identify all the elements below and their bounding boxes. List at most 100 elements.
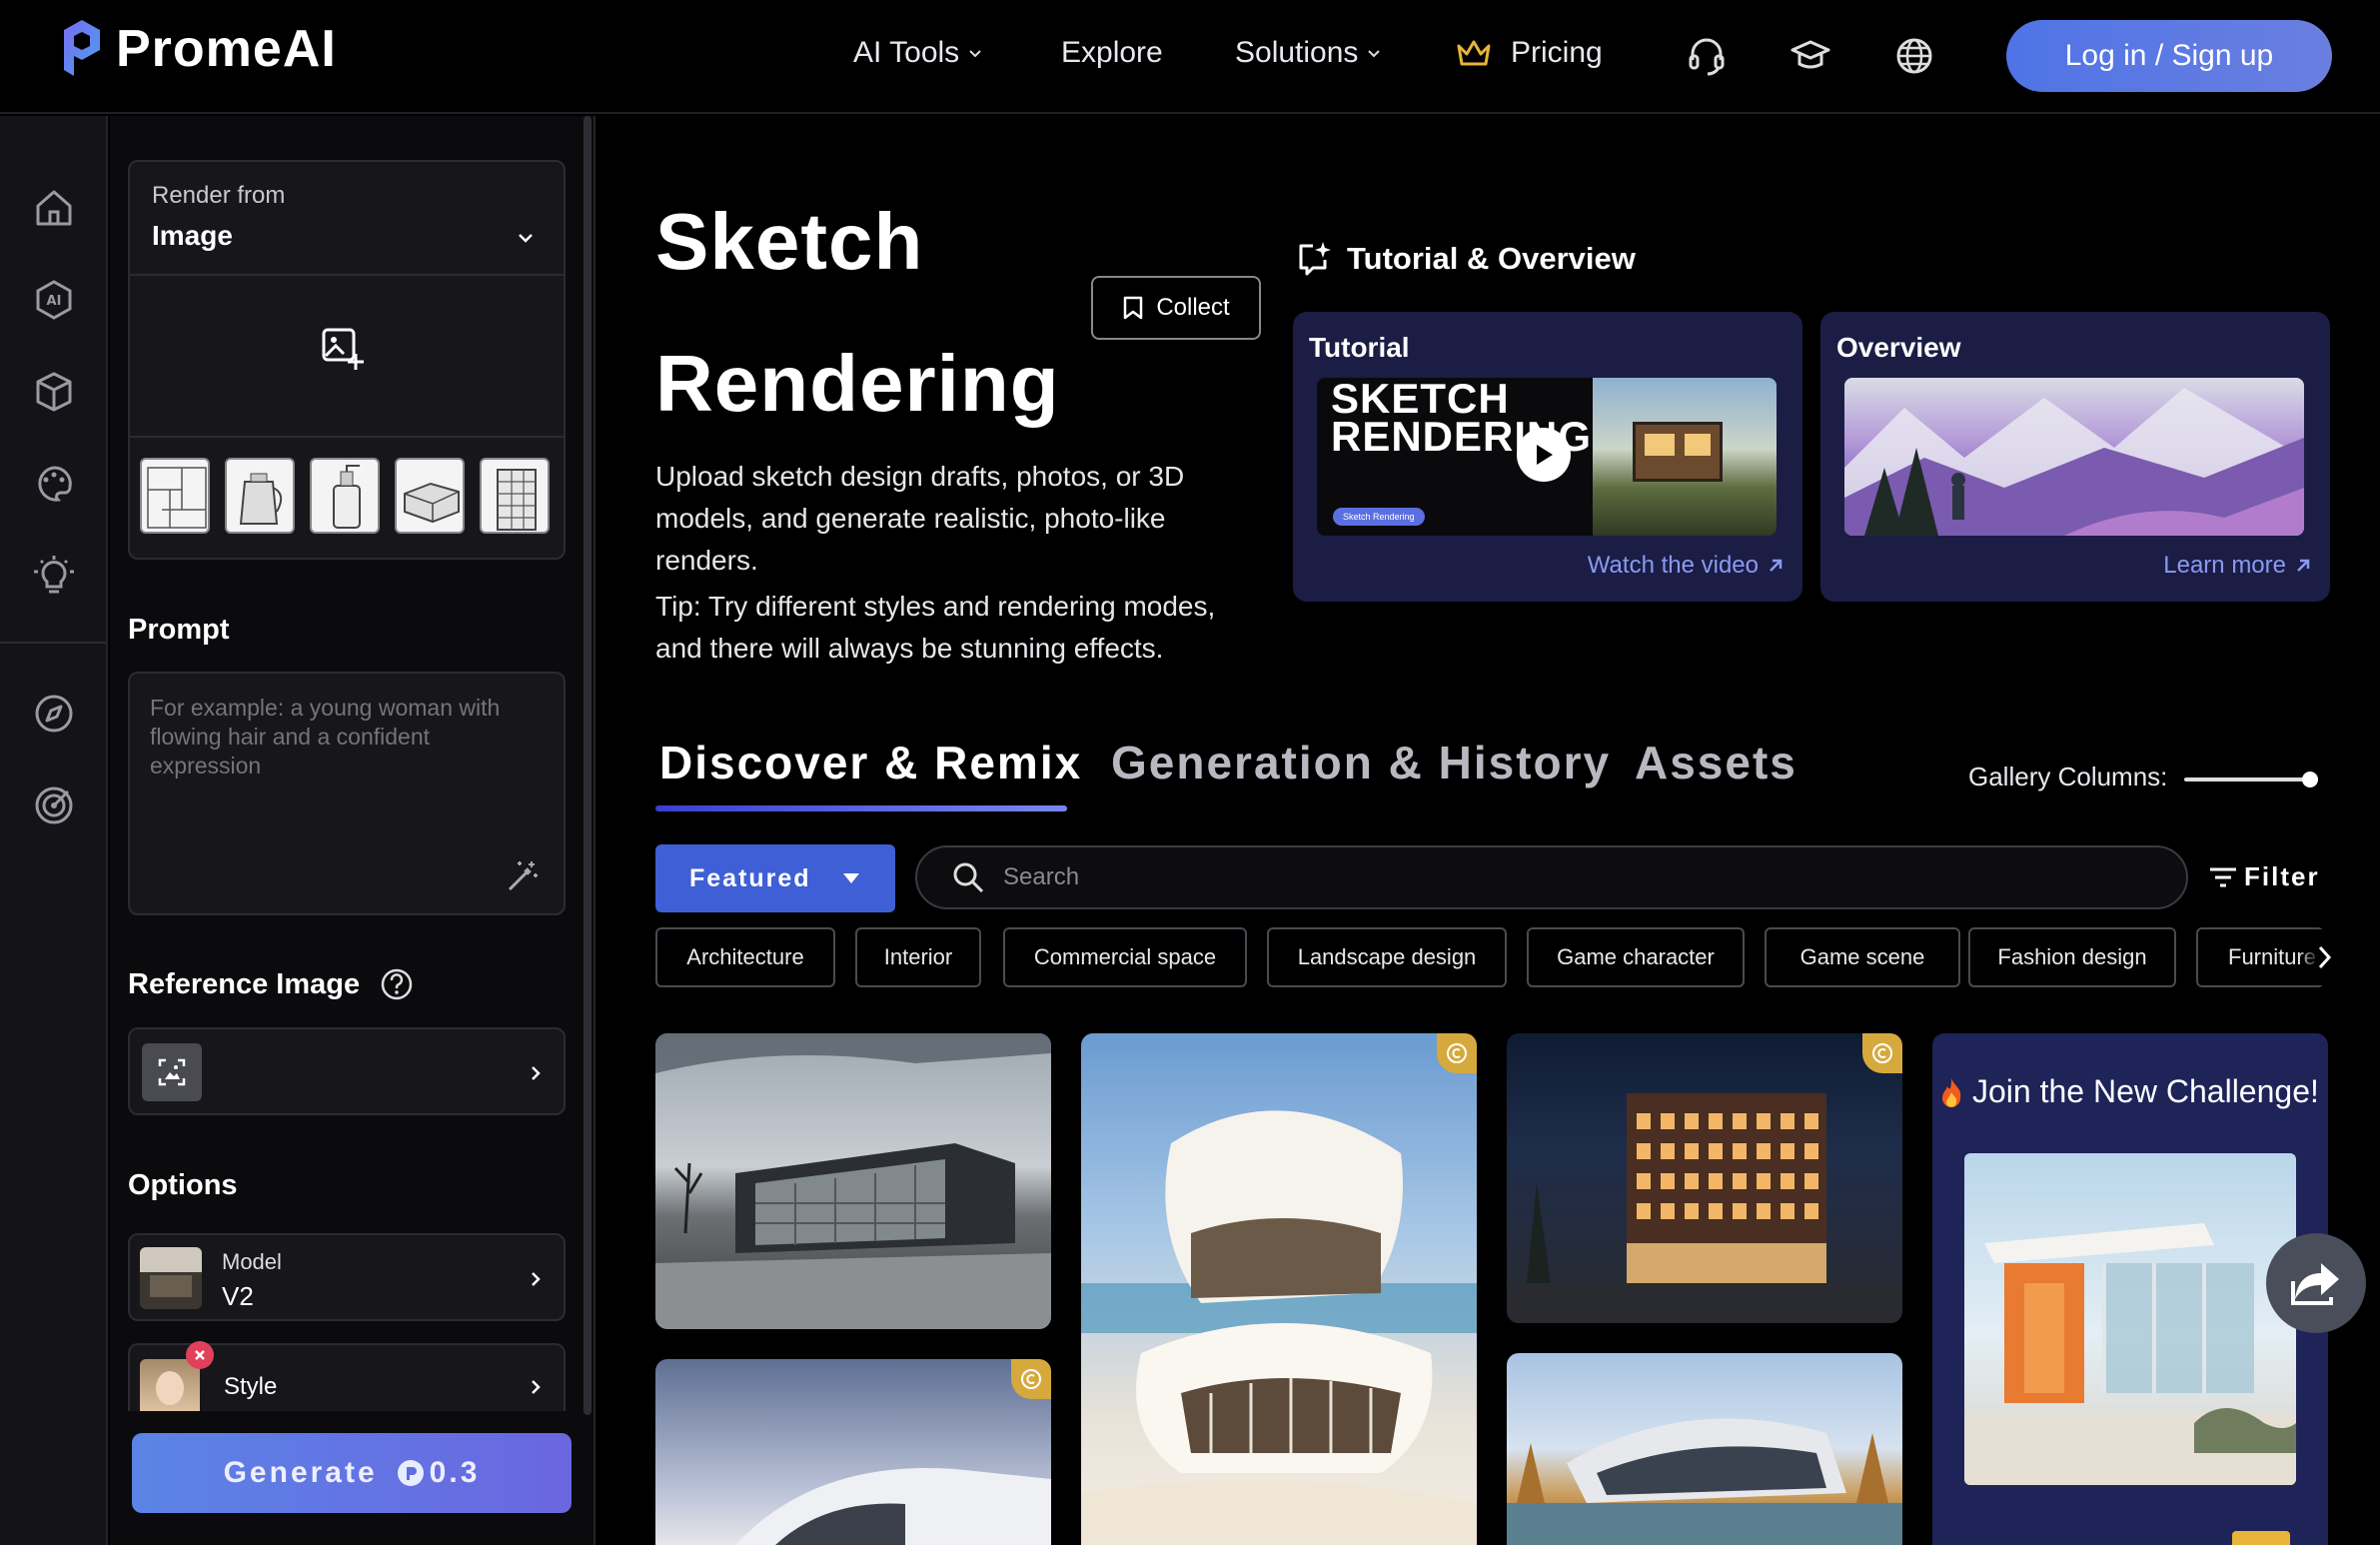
gallery-tile-curved-roof[interactable] xyxy=(655,1359,1051,1545)
settings-panel: Render from Image Prompt Reference Image xyxy=(110,116,595,1545)
chevron-down-icon xyxy=(969,50,981,58)
model-thumbnail xyxy=(140,1247,202,1309)
chevron-down-icon xyxy=(519,234,533,243)
ai-tools-icon[interactable]: AI xyxy=(32,278,76,322)
gallery-columns-label: Gallery Columns: xyxy=(1968,762,2168,791)
chip-game-scene[interactable]: Game scene xyxy=(1765,927,1960,987)
tab-discover-remix[interactable]: Discover & Remix xyxy=(659,736,1082,789)
help-circle-icon[interactable] xyxy=(380,967,414,1001)
chips-scroll-right[interactable] xyxy=(2298,929,2334,985)
target-icon[interactable] xyxy=(32,783,76,827)
model-selector[interactable]: Model V2 xyxy=(128,1233,566,1321)
lightbulb-icon[interactable] xyxy=(32,554,76,598)
sample-sketch-printer[interactable] xyxy=(395,458,465,534)
search-input[interactable] xyxy=(1003,863,2002,891)
nav-ai-tools[interactable]: AI Tools xyxy=(853,36,983,70)
top-navigation-bar: PromeAI AI Tools Explore Solutions Prici… xyxy=(0,0,2380,114)
premium-coin-icon xyxy=(1011,1359,1051,1399)
chevron-right-icon xyxy=(2318,945,2332,969)
sample-sketch-bottle[interactable] xyxy=(310,458,380,534)
promeai-logo-icon xyxy=(64,20,100,76)
share-arrow-icon xyxy=(2291,1263,2339,1305)
prompt-textarea[interactable] xyxy=(150,694,546,843)
render-from-select[interactable]: Image xyxy=(130,220,564,276)
chip-landscape-design[interactable]: Landscape design xyxy=(1267,927,1507,987)
nav-solutions[interactable]: Solutions xyxy=(1235,36,1382,70)
graduation-cap-icon[interactable] xyxy=(1788,34,1832,78)
gallery-tile-waterfront-building[interactable] xyxy=(1507,1353,1902,1545)
gallery-columns-slider[interactable] xyxy=(2184,772,2318,787)
nav-explore[interactable]: Explore xyxy=(1061,36,1163,70)
nav-ai-tools-label: AI Tools xyxy=(853,36,960,69)
page-title-line2: Rendering xyxy=(655,339,1060,428)
prompt-title: Prompt xyxy=(128,614,230,646)
chip-commercial-space[interactable]: Commercial space xyxy=(1003,927,1247,987)
headset-support-icon[interactable] xyxy=(1685,34,1729,78)
share-floating-button[interactable] xyxy=(2266,1233,2366,1333)
slider-handle[interactable] xyxy=(2302,772,2318,787)
3d-box-icon[interactable] xyxy=(32,370,76,414)
play-icon[interactable] xyxy=(1517,428,1571,482)
tutorial-video-thumbnail[interactable]: SKETCH RENDERING Sketch Rendering xyxy=(1317,378,1777,536)
panel-scrollbar[interactable] xyxy=(584,116,592,1415)
fire-icon xyxy=(1942,1077,1961,1107)
compass-icon[interactable] xyxy=(32,692,76,736)
gallery-tile-glass-building[interactable] xyxy=(655,1033,1051,1329)
tab-assets[interactable]: Assets xyxy=(1635,736,1797,789)
overview-thumbnail[interactable] xyxy=(1844,378,2304,536)
collect-button[interactable]: Collect xyxy=(1091,276,1261,340)
learn-more-link[interactable]: Learn more xyxy=(2163,552,2312,580)
collect-label: Collect xyxy=(1156,294,1230,321)
options-title: Options xyxy=(128,1169,238,1201)
svg-text:AI: AI xyxy=(47,294,62,309)
reference-image-selector[interactable] xyxy=(128,1027,566,1115)
chip-fashion-design[interactable]: Fashion design xyxy=(1968,927,2176,987)
search-icon xyxy=(953,862,984,893)
chip-game-character[interactable]: Game character xyxy=(1527,927,1745,987)
tab-generation-history[interactable]: Generation & History xyxy=(1111,736,1611,789)
gallery-tile-white-villa[interactable] xyxy=(1081,1033,1477,1545)
login-signup-button[interactable]: Log in / Sign up xyxy=(2006,20,2332,92)
left-icon-rail: AI xyxy=(0,116,108,1545)
remove-style-icon[interactable] xyxy=(186,1341,214,1369)
filter-button[interactable]: Filter xyxy=(2208,861,2320,892)
video-badge: Sketch Rendering xyxy=(1333,508,1425,526)
image-upload-area[interactable] xyxy=(130,278,564,438)
gallery-tile-night-building[interactable] xyxy=(1507,1033,1902,1323)
featured-dropdown[interactable]: Featured xyxy=(655,844,895,912)
model-value: V2 xyxy=(222,1281,254,1311)
arrow-up-right-icon xyxy=(1770,559,1783,572)
style-label: Style xyxy=(224,1373,278,1400)
learn-more-label: Learn more xyxy=(2163,552,2286,579)
tutorial-overview-heading: Tutorial & Overview xyxy=(1295,240,1636,278)
challenge-image[interactable] xyxy=(1964,1153,2296,1485)
chip-architecture[interactable]: Architecture xyxy=(655,927,835,987)
globe-language-icon[interactable] xyxy=(1892,34,1936,78)
generate-cost: 0.3 xyxy=(429,1456,481,1489)
generate-button[interactable]: Generate 0.3 xyxy=(132,1433,572,1513)
palette-icon[interactable] xyxy=(32,462,76,506)
nav-pricing[interactable]: Pricing xyxy=(1455,36,1603,70)
tutorial-card-title: Tutorial xyxy=(1309,332,1410,363)
reference-image-heading: Reference Image xyxy=(128,967,414,1001)
sample-sketch-building[interactable] xyxy=(480,458,550,534)
sparkle-chat-icon xyxy=(1299,242,1331,276)
chevron-right-icon xyxy=(532,1380,541,1394)
mountain-landscape-image xyxy=(1844,388,2304,536)
watch-video-link[interactable]: Watch the video xyxy=(1588,552,1785,580)
chip-interior[interactable]: Interior xyxy=(855,927,981,987)
credit-coin-icon xyxy=(397,1460,424,1486)
sample-sketch-kettle[interactable] xyxy=(225,458,295,534)
image-scan-icon xyxy=(158,1058,186,1086)
brand-logo[interactable]: PromeAI xyxy=(58,16,337,82)
sample-sketch-floorplan[interactable] xyxy=(140,458,210,534)
render-from-value: Image xyxy=(152,220,233,251)
magic-wand-icon[interactable] xyxy=(506,859,540,893)
home-icon[interactable] xyxy=(32,186,76,230)
overview-card[interactable]: Overview Learn more xyxy=(1820,312,2330,602)
page-title-line1: Sketch xyxy=(655,197,924,286)
chevron-down-icon xyxy=(1368,50,1381,58)
page-description: Upload sketch design drafts, photos, or … xyxy=(655,461,1185,576)
tutorial-card[interactable]: Tutorial SKETCH RENDERING Sketch Renderi… xyxy=(1293,312,1802,602)
nav-solutions-label: Solutions xyxy=(1235,36,1359,69)
